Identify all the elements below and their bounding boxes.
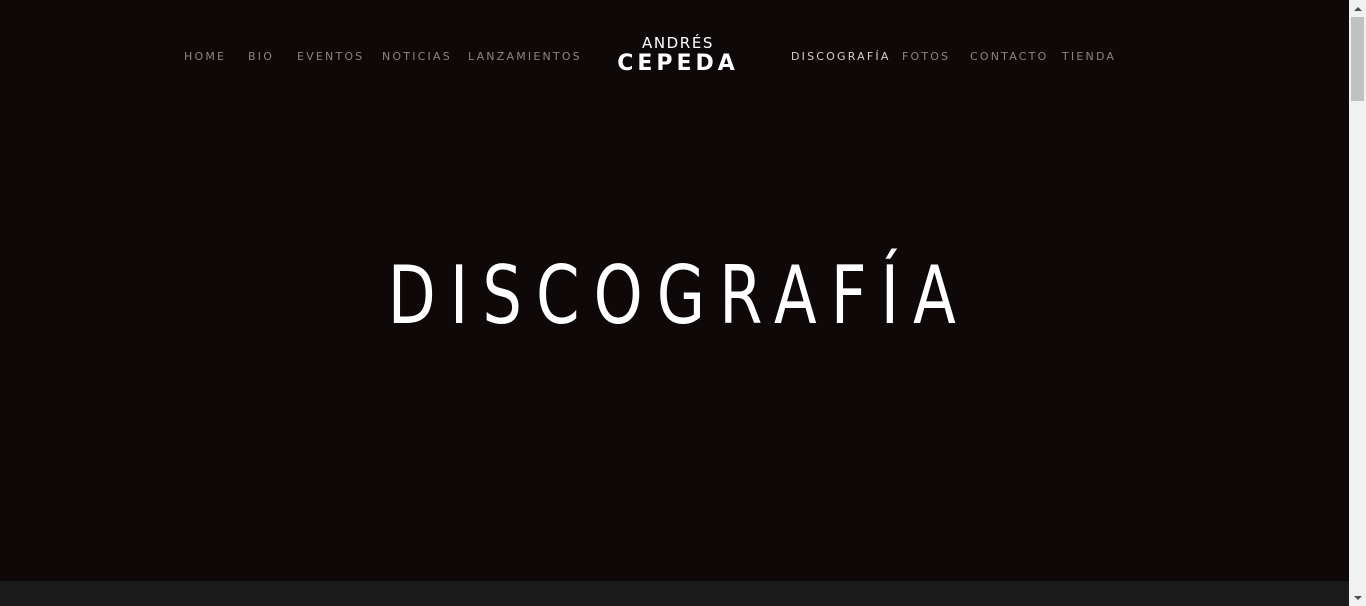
nav-item-contacto[interactable]: CONTACTO (970, 50, 1048, 64)
scrollbar-thumb[interactable] (1351, 17, 1364, 101)
logo-bottom-text: CEPEDA (617, 51, 739, 76)
scroll-down-arrow-icon[interactable] (1349, 589, 1366, 606)
nav-item-lanzamientos[interactable]: LANZAMIENTOS (468, 50, 582, 64)
vertical-scrollbar[interactable] (1349, 0, 1366, 606)
main-nav: HOME BIO EVENTOS NOTICIAS LANZAMIENTOS A… (0, 0, 1349, 114)
nav-item-fotos[interactable]: FOTOS (902, 50, 950, 64)
page: HOME BIO EVENTOS NOTICIAS LANZAMIENTOS A… (0, 0, 1349, 606)
nav-item-noticias[interactable]: NOTICIAS (382, 50, 452, 64)
nav-item-eventos[interactable]: EVENTOS (297, 50, 364, 64)
scroll-up-arrow-icon[interactable] (1349, 0, 1366, 17)
site-logo[interactable]: ANDRÉS CEPEDA (608, 34, 744, 76)
nav-item-home[interactable]: HOME (184, 50, 226, 64)
page-title: DISCOGRAFÍA (387, 249, 970, 342)
nav-item-tienda[interactable]: TIENDA (1062, 50, 1116, 64)
content-section-top (0, 581, 1349, 606)
logo-top-text: ANDRÉS (641, 34, 715, 52)
nav-item-bio[interactable]: BIO (248, 50, 274, 64)
nav-item-discografia[interactable]: DISCOGRAFÍA (791, 50, 891, 64)
